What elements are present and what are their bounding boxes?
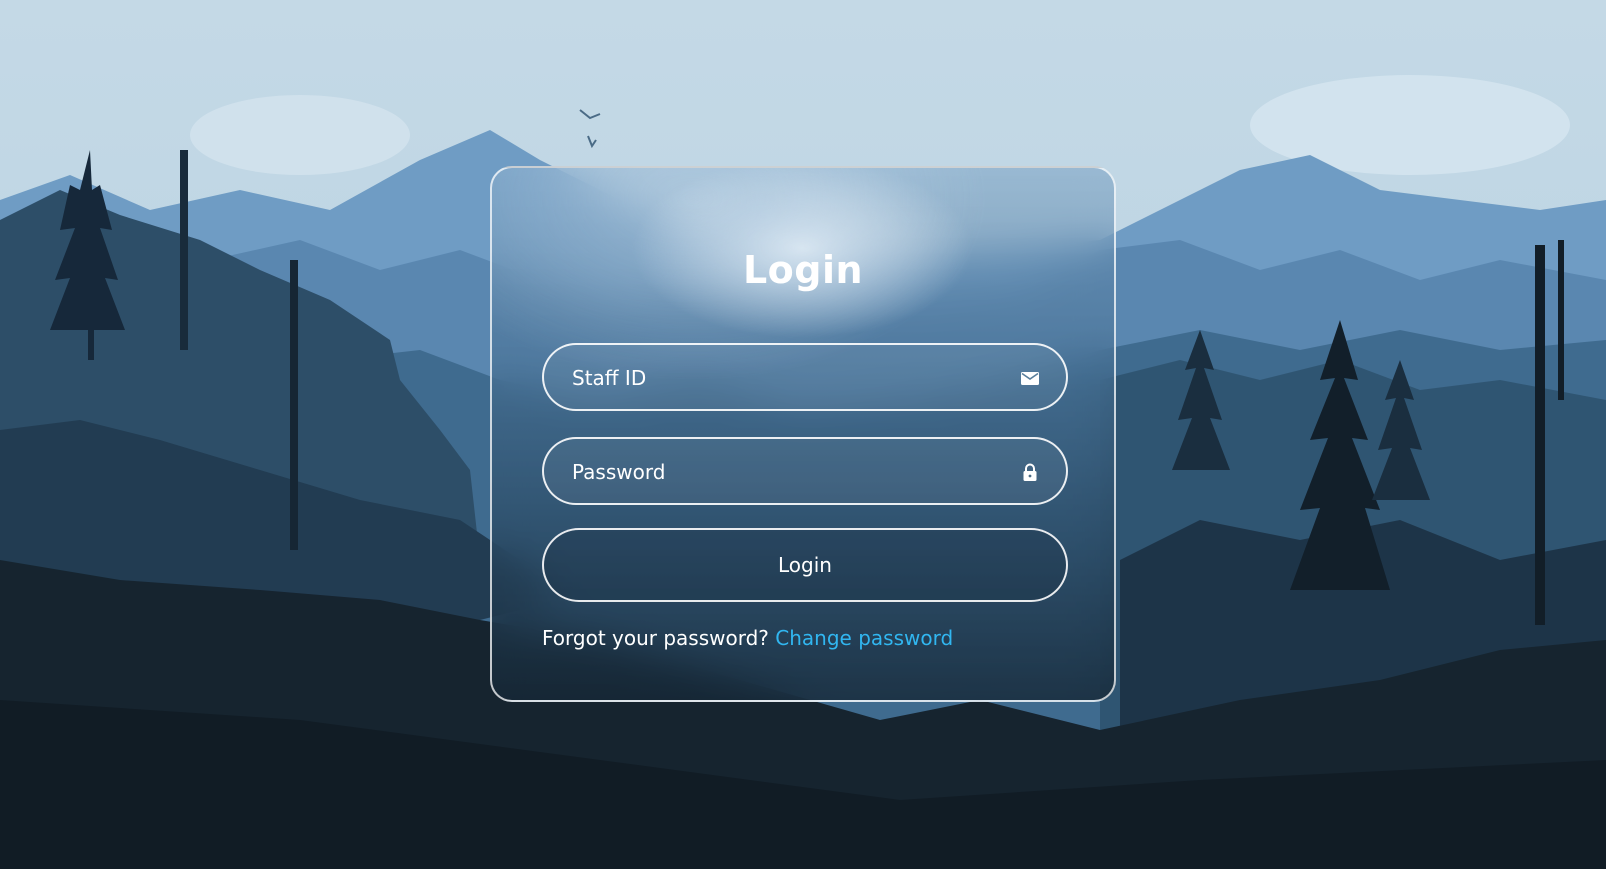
password-input[interactable] xyxy=(570,439,1004,505)
staff-id-input[interactable] xyxy=(570,345,1004,411)
lock-icon xyxy=(1020,462,1040,482)
change-password-link[interactable]: Change password xyxy=(775,626,953,650)
staff-id-field[interactable] xyxy=(542,343,1068,411)
envelope-icon xyxy=(1020,368,1040,388)
forgot-password-row: Forgot your password? Change password xyxy=(542,626,953,650)
login-button[interactable]: Login xyxy=(542,528,1068,602)
password-field[interactable] xyxy=(542,437,1068,505)
page-title: Login xyxy=(742,248,864,292)
forgot-password-text: Forgot your password? xyxy=(542,626,776,650)
login-card: Login Login Forgot your password? Change… xyxy=(490,166,1116,702)
